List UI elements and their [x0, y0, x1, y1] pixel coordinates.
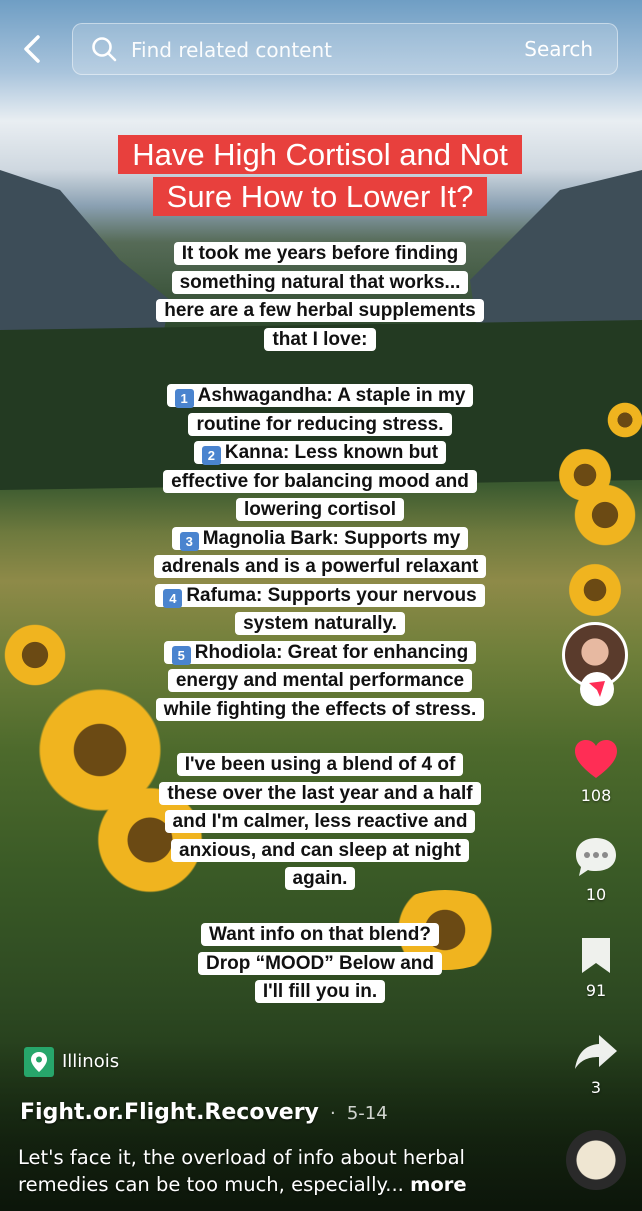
flower-decoration	[570, 480, 640, 550]
caption-line: again.	[284, 867, 356, 890]
share-button[interactable]: 3	[566, 1032, 626, 1097]
flower-decoration	[0, 620, 70, 690]
number-badge-3: 3	[179, 531, 199, 551]
location-label: Illinois	[62, 1051, 120, 1072]
heart-icon	[575, 740, 617, 778]
caption-blend: I've been using a blend of 4 of these ov…	[150, 751, 490, 894]
post-date: 5-14	[346, 1103, 388, 1124]
caption-line: adrenals and is a powerful relaxant	[153, 555, 487, 578]
music-disc[interactable]	[566, 1130, 626, 1190]
caption-line: energy and mental performance	[167, 669, 473, 692]
caption-line: routine for reducing stress.	[188, 412, 452, 436]
caption-line: Drop “MOOD” Below and	[198, 951, 442, 975]
share-arrow-icon	[575, 1035, 617, 1069]
flower-decoration	[565, 560, 625, 620]
caption-line: 3 Magnolia Bark: Supports my	[171, 526, 469, 551]
like-button[interactable]: 108	[566, 738, 626, 805]
caption-cta: Want info on that blend? Drop “MOOD” Bel…	[150, 921, 490, 1007]
comment-count: 10	[585, 885, 607, 904]
top-bar: Search	[0, 18, 642, 80]
caption-line: system naturally.	[235, 612, 405, 635]
follow-button[interactable]	[580, 672, 614, 706]
post-description[interactable]: Let's face it, the overload of info abou…	[18, 1144, 538, 1198]
caption-line: while fighting the effects of stress.	[155, 697, 485, 721]
caption-intro: It took me years before finding somethin…	[150, 240, 490, 354]
comment-icon	[576, 838, 616, 876]
caption-line: It took me years before finding	[173, 242, 467, 265]
caption-line: 4 Rafuma: Supports your nervous	[155, 583, 485, 608]
caption-line: 1 Ashwagandha: A staple in my	[166, 384, 474, 408]
caption-line: that I love:	[264, 327, 376, 351]
caption-line: lowering cortisol	[235, 498, 405, 521]
caption-line: anxious, and can sleep at night	[171, 838, 469, 862]
caption-list: 1 Ashwagandha: A staple in my routine for…	[142, 382, 498, 724]
number-badge-4: 4	[163, 588, 183, 608]
number-badge-5: 5	[171, 645, 191, 665]
description-text: Let's face it, the overload of info abou…	[18, 1146, 465, 1196]
save-count: 91	[585, 981, 607, 1000]
caption-line: here are a few herbal supplements	[156, 299, 484, 322]
location-pin-icon	[24, 1047, 54, 1077]
search-icon	[92, 37, 117, 62]
author-row: Fight.or.Flight.Recovery · 5-14	[20, 1100, 388, 1125]
chevron-left-icon	[24, 35, 40, 63]
caption-line: 5 Rhodiola: Great for enhancing	[163, 640, 477, 665]
video-player[interactable]: Search Have High Cortisol and Not Sure H…	[0, 0, 642, 1211]
caption-line: effective for balancing mood and	[163, 469, 477, 493]
caption-line: these over the last year and a half	[159, 781, 481, 805]
search-input[interactable]	[129, 32, 513, 68]
caption-line: 2 Kanna: Less known but	[193, 441, 447, 465]
caption-line: and I'm calmer, less reactive and	[164, 810, 476, 833]
separator-dot: ·	[330, 1103, 336, 1124]
caption-line: something natural that works...	[171, 270, 469, 294]
caption-line: I'll fill you in.	[254, 980, 386, 1003]
back-button[interactable]	[18, 32, 48, 66]
search-bar[interactable]: Search	[72, 23, 618, 75]
more-link[interactable]: more	[410, 1173, 467, 1196]
save-button[interactable]: 91	[566, 935, 626, 1000]
number-badge-2: 2	[201, 446, 221, 465]
author-name[interactable]: Fight.or.Flight.Recovery	[20, 1100, 319, 1125]
comment-button[interactable]: 10	[566, 835, 626, 904]
headline-line: Have High Cortisol and Not	[118, 135, 522, 174]
number-badge-1: 1	[174, 389, 194, 408]
share-count: 3	[590, 1078, 602, 1097]
headline-line: Sure How to Lower It?	[152, 177, 488, 216]
send-arrow-icon	[589, 681, 605, 697]
bookmark-icon	[582, 938, 610, 973]
video-headline: Have High Cortisol and Not Sure How to L…	[86, 134, 554, 218]
caption-line: I've been using a blend of 4 of	[176, 753, 464, 776]
caption-line: Want info on that blend?	[201, 923, 439, 946]
flower-decoration	[605, 400, 642, 440]
like-count: 108	[580, 786, 612, 805]
search-button[interactable]: Search	[518, 36, 599, 62]
